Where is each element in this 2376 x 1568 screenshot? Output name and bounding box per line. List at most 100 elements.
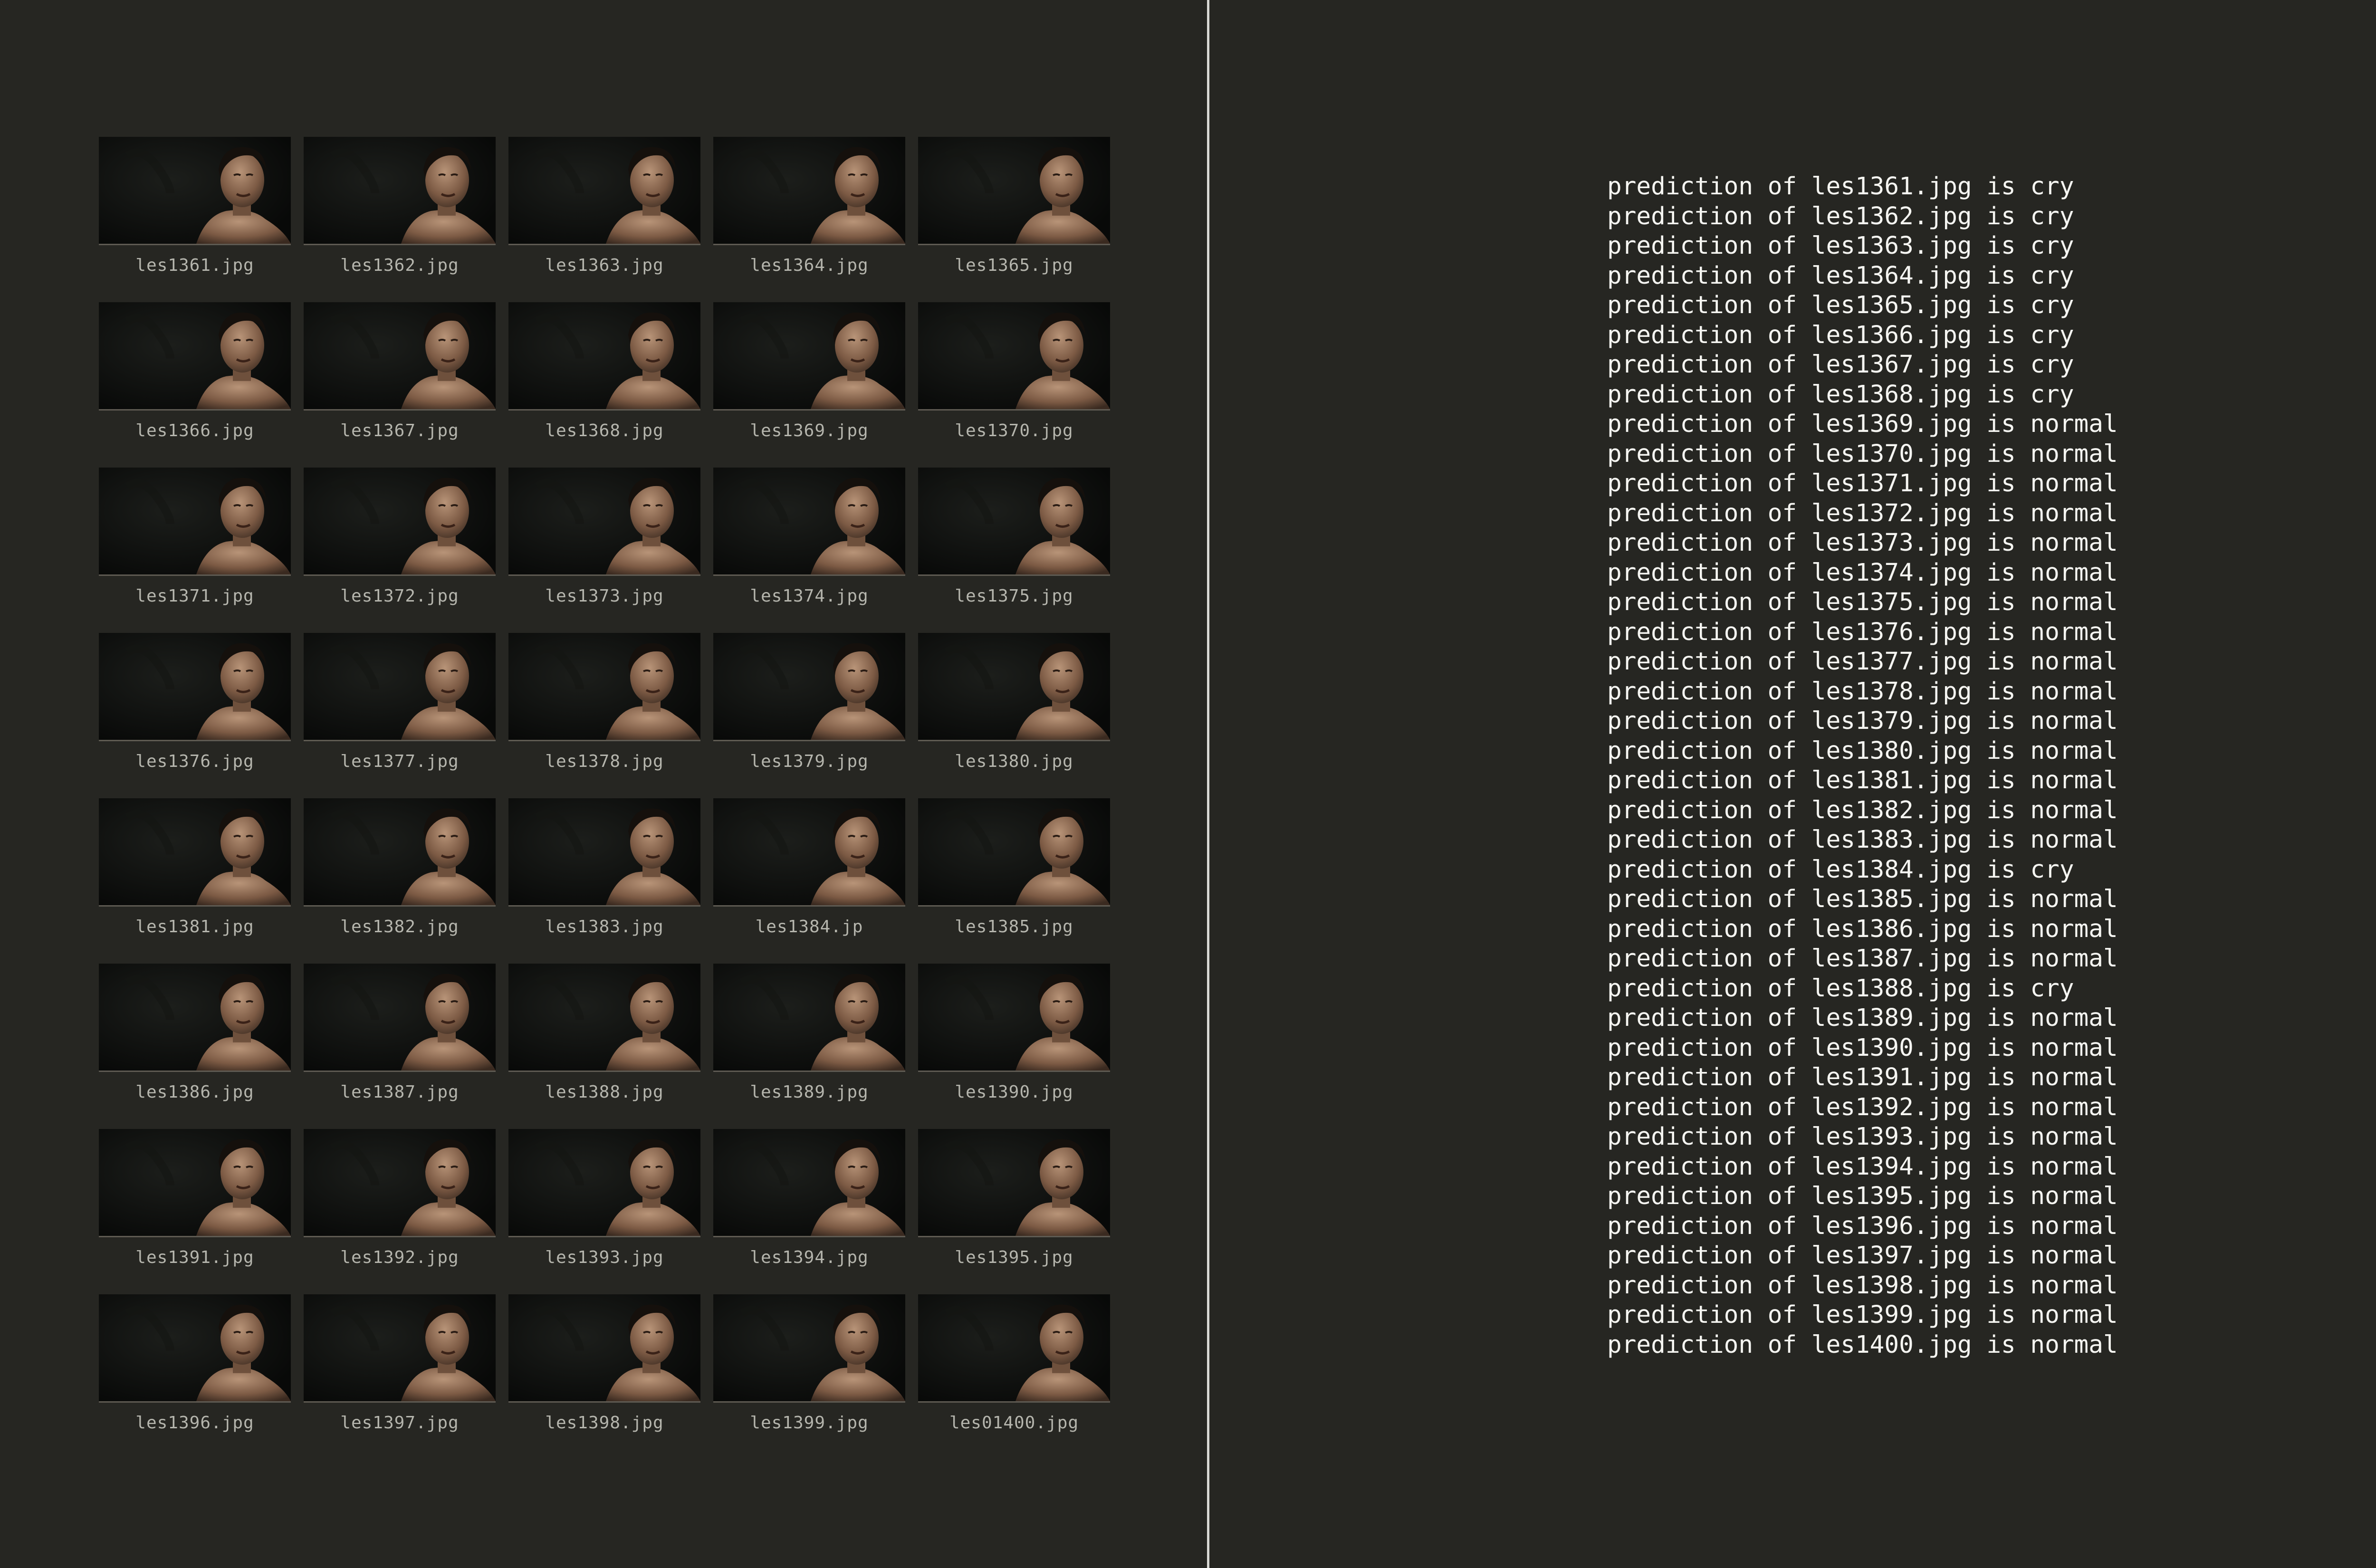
prediction-line: prediction of les1384.jpg is cry (1607, 855, 2074, 884)
thumbnail-image (713, 1129, 905, 1237)
image-thumbnail[interactable]: les1394.jpg (713, 1129, 905, 1294)
portrait-photo (99, 633, 291, 740)
thumbnail-image (918, 1129, 1110, 1237)
portrait-photo (508, 633, 700, 740)
image-thumbnail[interactable]: les1383.jpg (508, 798, 700, 964)
prediction-line: prediction of les1365.jpg is cry (1607, 291, 2074, 319)
image-thumbnail[interactable]: les1385.jpg (918, 798, 1110, 964)
thumbnail-image (304, 302, 496, 411)
thumbnail-image (713, 302, 905, 411)
portrait-photo (713, 1294, 905, 1401)
thumbnail-filename: les1366.jpg (135, 421, 254, 440)
image-thumbnail[interactable]: les1390.jpg (918, 964, 1110, 1129)
thumbnail-filename: les1392.jpg (340, 1248, 459, 1267)
thumbnail-filename: les1391.jpg (135, 1248, 254, 1267)
portrait-photo (918, 1294, 1110, 1401)
prediction-line: prediction of les1395.jpg is normal (1607, 1182, 2118, 1210)
image-thumbnail[interactable]: les1395.jpg (918, 1129, 1110, 1294)
prediction-line: prediction of les1381.jpg is normal (1607, 766, 2118, 794)
prediction-line: prediction of les1400.jpg is normal (1607, 1330, 2118, 1359)
thumbnail-image (918, 1294, 1110, 1403)
thumbnail-image (713, 1294, 905, 1403)
thumbnail-filename: les1385.jpg (955, 917, 1073, 937)
thumbnail-image (918, 798, 1110, 907)
thumbnail-filename: les01400.jpg (949, 1413, 1079, 1433)
image-thumbnail[interactable]: les1375.jpg (918, 468, 1110, 633)
image-thumbnail[interactable]: les1376.jpg (99, 633, 291, 798)
image-thumbnail[interactable]: les1381.jpg (99, 798, 291, 964)
portrait-photo (713, 1129, 905, 1236)
image-thumbnail[interactable]: les1373.jpg (508, 468, 700, 633)
thumbnail-filename: les1368.jpg (545, 421, 664, 440)
image-thumbnail[interactable]: les1380.jpg (918, 633, 1110, 798)
portrait-photo (508, 1129, 700, 1236)
prediction-line: prediction of les1387.jpg is normal (1607, 945, 2118, 973)
portrait-photo (99, 137, 291, 244)
image-thumbnail[interactable]: les1369.jpg (713, 302, 905, 468)
thumbnail-image (99, 798, 291, 907)
image-thumbnail[interactable]: les1388.jpg (508, 964, 700, 1129)
image-thumbnail[interactable]: les1392.jpg (304, 1129, 496, 1294)
image-thumbnail[interactable]: les1386.jpg (99, 964, 291, 1129)
image-thumbnail[interactable]: les1371.jpg (99, 468, 291, 633)
thumbnail-image (508, 798, 700, 907)
prediction-line: prediction of les1362.jpg is cry (1607, 202, 2074, 230)
image-thumbnail[interactable]: les1362.jpg (304, 137, 496, 302)
image-thumbnail[interactable]: les1384.jp (713, 798, 905, 964)
thumbnail-image (713, 964, 905, 1072)
image-thumbnail[interactable]: les1372.jpg (304, 468, 496, 633)
prediction-line: prediction of les1368.jpg is cry (1607, 380, 2074, 409)
image-thumbnail[interactable]: les1387.jpg (304, 964, 496, 1129)
thumbnail-filename: les1386.jpg (135, 1082, 254, 1102)
thumbnail-image (99, 468, 291, 576)
prediction-line: prediction of les1375.jpg is normal (1607, 588, 2118, 616)
portrait-photo (508, 137, 700, 244)
portrait-photo (508, 798, 700, 905)
image-thumbnail[interactable]: les1370.jpg (918, 302, 1110, 468)
portrait-photo (918, 1129, 1110, 1236)
image-thumbnail[interactable]: les1379.jpg (713, 633, 905, 798)
portrait-photo (713, 633, 905, 740)
portrait-photo (508, 964, 700, 1071)
thumbnail-image (99, 302, 291, 411)
image-thumbnail[interactable]: les1391.jpg (99, 1129, 291, 1294)
thumbnail-image (508, 137, 700, 245)
prediction-line: prediction of les1388.jpg is cry (1607, 974, 2074, 1003)
prediction-line: prediction of les1366.jpg is cry (1607, 321, 2074, 349)
image-thumbnail[interactable]: les1365.jpg (918, 137, 1110, 302)
image-thumbnail[interactable]: les1377.jpg (304, 633, 496, 798)
portrait-photo (304, 964, 496, 1071)
thumbnail-filename: les1362.jpg (340, 256, 459, 275)
prediction-line: prediction of les1377.jpg is normal (1607, 648, 2118, 676)
image-thumbnail[interactable]: les1398.jpg (508, 1294, 700, 1460)
thumbnail-filename: les1376.jpg (135, 752, 254, 771)
image-thumbnail[interactable]: les1363.jpg (508, 137, 700, 302)
image-thumbnail[interactable]: les1368.jpg (508, 302, 700, 468)
thumbnail-image (713, 468, 905, 576)
image-thumbnail[interactable]: les1396.jpg (99, 1294, 291, 1460)
image-thumbnail[interactable]: les01400.jpg (918, 1294, 1110, 1460)
thumbnail-image (304, 468, 496, 576)
thumbnail-image (304, 137, 496, 245)
thumbnail-filename: les1395.jpg (955, 1248, 1073, 1267)
thumbnail-image (508, 302, 700, 411)
image-thumbnail[interactable]: les1397.jpg (304, 1294, 496, 1460)
image-thumbnail[interactable]: les1374.jpg (713, 468, 905, 633)
thumbnail-filename: les1396.jpg (135, 1413, 254, 1433)
thumbnail-grid: les1361.jpg les1362.jpg les1363.jpg les1… (99, 137, 1110, 1460)
image-thumbnail[interactable]: les1378.jpg (508, 633, 700, 798)
image-thumbnail[interactable]: les1389.jpg (713, 964, 905, 1129)
image-thumbnail[interactable]: les1361.jpg (99, 137, 291, 302)
image-thumbnail[interactable]: les1393.jpg (508, 1129, 700, 1294)
image-thumbnail[interactable]: les1399.jpg (713, 1294, 905, 1460)
portrait-photo (918, 964, 1110, 1071)
image-thumbnail[interactable]: les1367.jpg (304, 302, 496, 468)
prediction-line: prediction of les1385.jpg is normal (1607, 885, 2118, 913)
thumbnail-filename: les1399.jpg (750, 1413, 869, 1433)
portrait-photo (99, 1129, 291, 1236)
image-thumbnail[interactable]: les1382.jpg (304, 798, 496, 964)
thumbnail-filename: les1382.jpg (340, 917, 459, 937)
image-thumbnail[interactable]: les1364.jpg (713, 137, 905, 302)
prediction-line: prediction of les1392.jpg is normal (1607, 1093, 2118, 1121)
image-thumbnail[interactable]: les1366.jpg (99, 302, 291, 468)
